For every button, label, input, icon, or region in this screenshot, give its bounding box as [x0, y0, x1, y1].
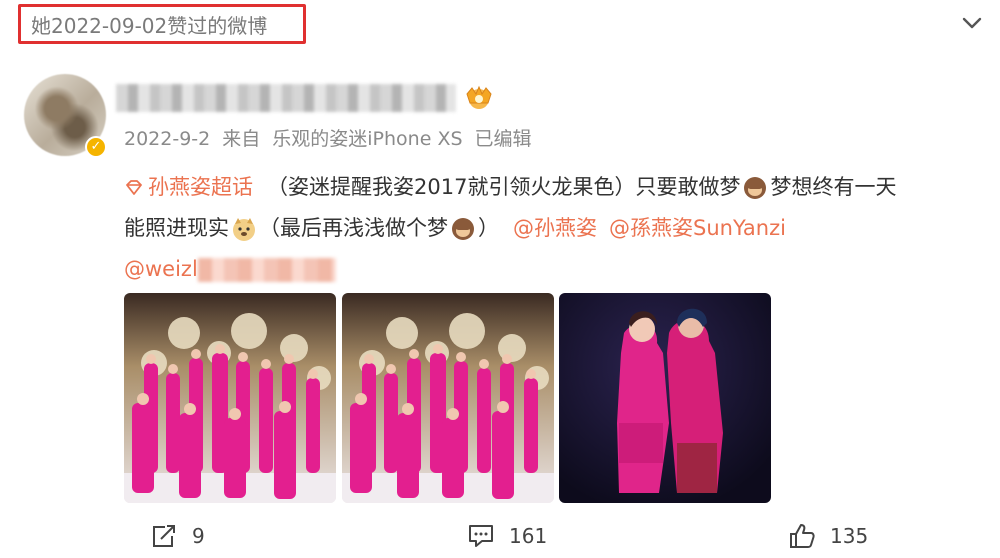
- like-action[interactable]: 135: [788, 518, 868, 554]
- mention-link-1[interactable]: @孙燕姿: [513, 208, 597, 249]
- content-text-4: （最后再浅浅做个梦: [259, 216, 448, 240]
- content-line-3: @weizl: [124, 249, 994, 290]
- like-count: 135: [830, 524, 869, 548]
- mention-blurred: [197, 257, 336, 282]
- comment-icon: [469, 525, 493, 547]
- photo-2[interactable]: [342, 293, 554, 503]
- post-source-device[interactable]: 乐观的姿迷iPhone XS: [272, 128, 462, 150]
- content-text-3: 能照进现实: [124, 216, 229, 240]
- share-count: 9: [192, 524, 205, 548]
- post-date: 2022-9-2: [124, 128, 211, 150]
- post-from-label: 来自: [222, 128, 261, 150]
- mention-link-2[interactable]: @孫燕姿SunYanzi: [609, 208, 786, 249]
- post-header-bar: 她2022-09-02赞过的微博: [0, 0, 1000, 50]
- liked-date-text: 她2022-09-02赞过的微博: [31, 13, 268, 38]
- liked-date-label: 她2022-09-02赞过的微博: [18, 4, 306, 44]
- content-text-5: ）: [478, 216, 499, 240]
- post-edited-label: 已编辑: [474, 128, 532, 150]
- monkey-emoji-icon: [744, 176, 767, 199]
- topic-diamond-icon: [126, 180, 142, 195]
- comment-action[interactable]: 161: [467, 518, 547, 554]
- share-action[interactable]: 9: [150, 518, 205, 554]
- content-text-2: 梦想终有一天: [770, 175, 897, 199]
- topic-link[interactable]: 孙燕姿超话: [124, 167, 253, 208]
- content-text-1: （姿迷提醒我姿2017就引领火龙果色）只要敢做梦: [267, 175, 741, 199]
- content-line-1: 孙燕姿超话 （姿迷提醒我姿2017就引领火龙果色）只要敢做梦 梦想终有一天: [124, 167, 994, 208]
- monkey-emoji-icon: [452, 217, 474, 240]
- verified-badge-icon: ✓: [85, 136, 107, 158]
- content-line-2: 能照进现实 （最后再浅浅做个梦 ） @孙燕姿 @孫燕姿SunYanzi: [124, 208, 994, 249]
- like-icon: [790, 524, 815, 548]
- post-content: 孙燕姿超话 （姿迷提醒我姿2017就引领火龙果色）只要敢做梦 梦想终有一天 能照…: [124, 167, 994, 290]
- username-blurred[interactable]: [116, 84, 456, 112]
- chevron-down-icon[interactable]: [958, 10, 986, 36]
- comment-count: 161: [509, 524, 548, 548]
- share-icon: [153, 525, 175, 547]
- photo-1[interactable]: [124, 293, 336, 503]
- photo-3[interactable]: [559, 293, 771, 503]
- doge-emoji-icon: [233, 217, 255, 241]
- crown-badge-icon: [466, 85, 492, 109]
- topic-label: 孙燕姿超话: [148, 175, 253, 199]
- mention-link-3[interactable]: @weizl: [124, 249, 198, 290]
- post-meta: 2022-9-2 来自 乐观的姿迷iPhone XS 已编辑: [124, 124, 544, 151]
